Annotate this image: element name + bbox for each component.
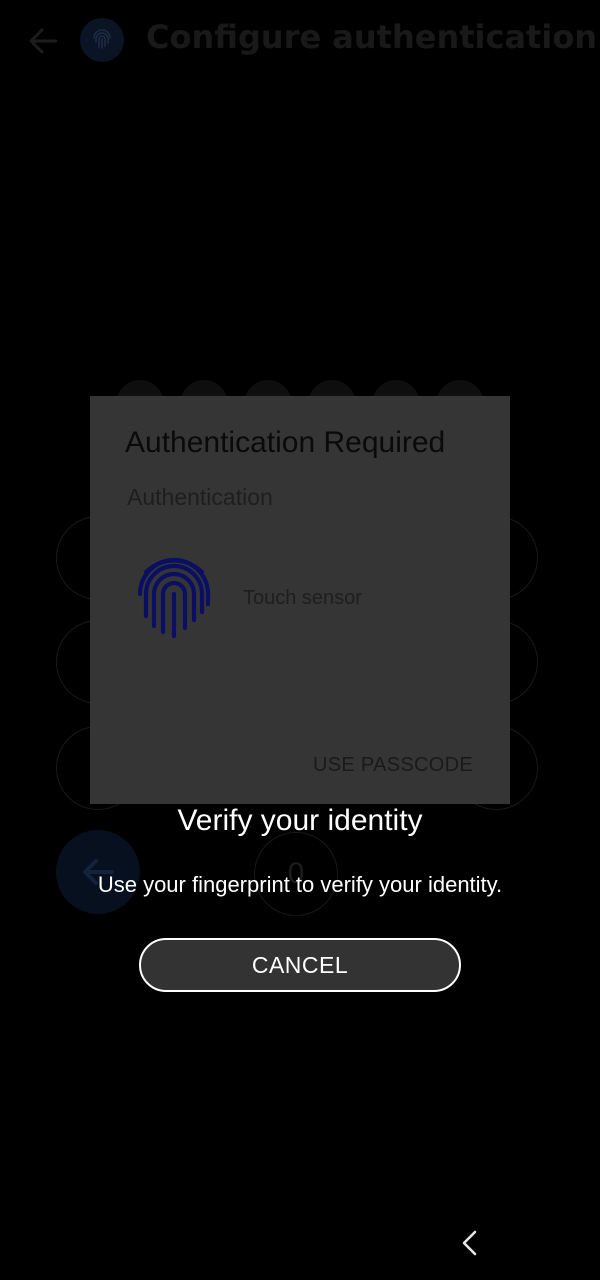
cancel-button[interactable]: CANCEL: [139, 938, 461, 992]
arrow-left-icon[interactable]: [26, 24, 60, 58]
dialog-title: Authentication Required: [125, 426, 446, 459]
verify-description: Use your fingerprint to verify your iden…: [97, 872, 503, 897]
app-title: Configure authentication: [146, 18, 598, 56]
app-header: Configure authentication: [0, 0, 600, 80]
fingerprint-icon: [93, 29, 111, 49]
fingerprint-icon: [137, 557, 211, 639]
app-logo: [80, 18, 124, 62]
chevron-left-icon[interactable]: [456, 1228, 484, 1258]
use-passcode-button[interactable]: USE PASSCODE: [313, 754, 473, 777]
verify-title: Verify your identity: [177, 804, 423, 837]
authentication-dialog: Authentication Required Authentication T…: [90, 396, 510, 804]
dialog-subtitle: Authentication: [127, 484, 273, 510]
sensor-label: Touch sensor: [243, 587, 362, 609]
